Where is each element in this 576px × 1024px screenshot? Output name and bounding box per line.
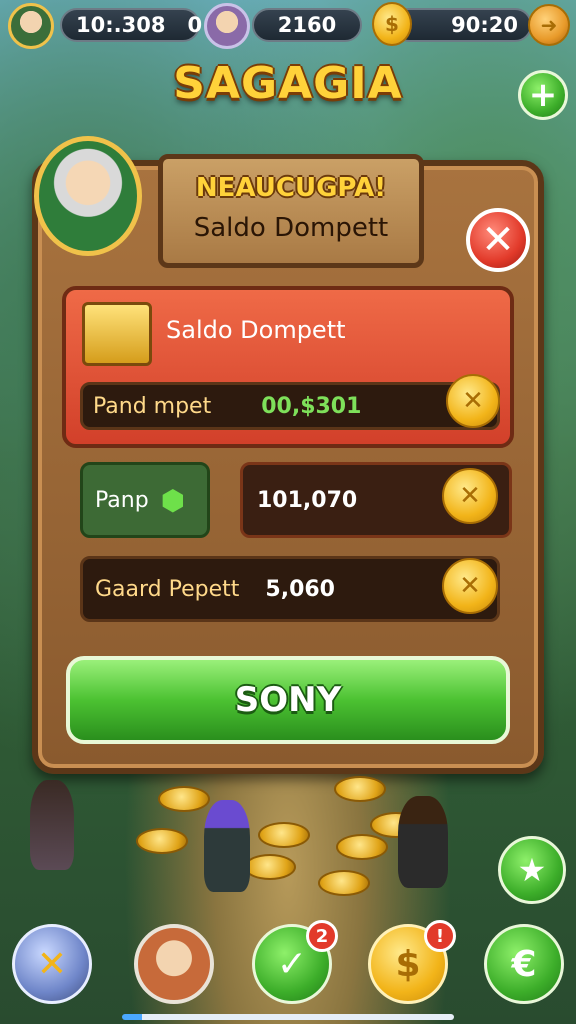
npc-character	[204, 800, 250, 892]
close-icon: ✕	[481, 217, 515, 263]
crossed-swords-icon[interactable]: ✕	[12, 924, 92, 1004]
row2-value: 101,070	[257, 487, 358, 513]
currency-value: 90:20	[451, 13, 518, 37]
friend-avatar[interactable]	[204, 3, 250, 49]
ground-coin	[336, 834, 388, 860]
gem-chip: Panp ⬢	[80, 462, 210, 538]
confirm-button[interactable]: SONY	[66, 656, 510, 744]
wallet-row-3: Gaard Pepett 5,060	[80, 556, 500, 622]
wallet-row-1: Pand mpet 00,$301	[80, 382, 500, 430]
card-title: Saldo Dompett	[166, 316, 346, 344]
gem-icon: ⬢	[160, 483, 186, 517]
star-icon[interactable]: ★	[498, 836, 566, 904]
row3-value: 5,060	[265, 576, 335, 602]
row2-label: Panp	[95, 487, 149, 513]
stat-pill-1: 10:.308 0	[60, 8, 203, 42]
coin-button-1[interactable]: ✕	[446, 374, 500, 428]
shop-arrow-icon[interactable]: ➜	[528, 4, 570, 46]
banner-subtitle: Saldo Dompett	[193, 213, 389, 243]
banner-title: NEAUCUGPA!	[195, 173, 387, 203]
npc-character	[30, 780, 74, 870]
row1-label: Pand mpet	[93, 393, 212, 419]
gold-coin-icon: $	[372, 2, 412, 46]
dialog-banner: NEAUCUGPA! Saldo Dompett	[158, 154, 424, 268]
ground-coin	[244, 854, 296, 880]
hero-avatar-button[interactable]	[134, 924, 214, 1004]
coin-button-3[interactable]: ✕	[442, 558, 498, 614]
player-avatar[interactable]	[8, 3, 54, 49]
alert-badge: !	[424, 920, 456, 952]
game-title: SAGAGIA	[173, 58, 403, 109]
plus-icon[interactable]: +	[518, 70, 568, 120]
notification-badge: 2	[306, 920, 338, 952]
home-indicator	[122, 1014, 454, 1020]
stat2-value: 0	[187, 13, 203, 37]
coin-button-2[interactable]: ✕	[442, 468, 498, 524]
stat-pill-2: 2160	[252, 8, 362, 42]
stat3-value: 2160	[277, 13, 337, 37]
stat1-value: 10:.308	[76, 13, 166, 37]
npc-character	[398, 796, 448, 888]
euro-icon[interactable]: €	[484, 924, 564, 1004]
ground-coin	[158, 786, 210, 812]
row1-value: 00,$301	[261, 393, 362, 419]
ground-coin	[334, 776, 386, 802]
gold-bars-icon	[82, 302, 152, 366]
ground-coin	[318, 870, 370, 896]
row3-label: Gaard Pepett	[95, 576, 240, 602]
hero-portrait	[34, 136, 142, 256]
close-button[interactable]: ✕	[466, 208, 530, 272]
currency-pill: 90:20	[392, 8, 532, 42]
top-bar: 10:.308 0 2160 90:20 $ ➜	[0, 0, 576, 52]
ground-coin	[258, 822, 310, 848]
ground-coin	[136, 828, 188, 854]
